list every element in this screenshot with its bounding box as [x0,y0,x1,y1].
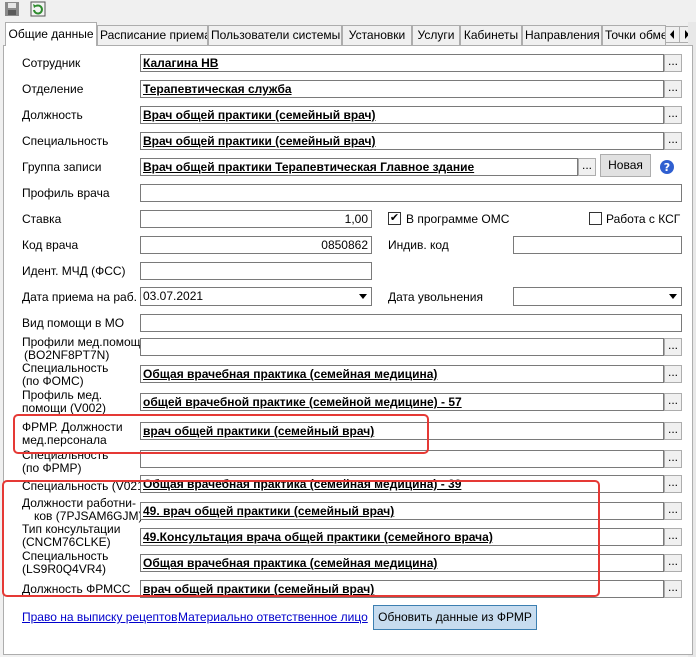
chevron-left-icon [670,30,674,39]
specialty-label: Специальность [22,134,109,148]
department-field[interactable]: Терапевтическая служба [140,80,664,98]
frmss-position-field[interactable]: врач общей практики (семейный врач) [140,580,664,598]
update-from-frmr-button[interactable]: Обновить данные из ФРМР [373,605,537,630]
frmr-positions-field[interactable]: врач общей практики (семейный врач) [140,422,664,440]
department-select-button[interactable]: ... [664,80,682,98]
frmss-position-label: Должность ФРМСС [22,582,131,596]
hire-date-picker[interactable]: 03.07.2021 [140,287,372,306]
booking-group-field[interactable]: Врач общей практики Терапевтическая Глав… [140,158,578,176]
specialty-ls9-label: Специальность (LS9R0Q4VR4) [22,549,109,576]
tab-general[interactable]: Общие данные [5,22,97,46]
frmr-specialty-label: Специальность (по ФРМР) [22,448,109,475]
department-label: Отделение [22,82,84,96]
general-data-panel: Сотрудник Калагина НВ ... Отделение Тера… [3,45,693,655]
med-aid-profiles-label: Профили мед.помощи (BO2NF8PT7N) [22,335,148,362]
toolbar [0,0,696,18]
tab-users[interactable]: Пользователи системы [208,25,342,45]
chevron-down-icon[interactable] [666,289,680,303]
tab-directions[interactable]: Направления [522,25,602,45]
prescription-rights-link[interactable]: Право на выписку рецептов [22,611,177,624]
foms-specialty-select-button[interactable]: ... [664,365,682,383]
foms-specialty-label: Специальность (по ФОМС) [22,361,109,388]
mchd-id-label: Идент. МЧД (ФСС) [22,264,126,278]
oms-program-label: В программе ОМС [406,212,510,226]
profile-v002-select-button[interactable]: ... [664,393,682,411]
consultation-type-select-button[interactable]: ... [664,528,682,546]
booking-group-select-button[interactable]: ... [578,158,596,176]
specialty-ls9-field[interactable]: Общая врачебная практика (семейная медиц… [140,554,664,572]
profile-v002-field[interactable]: общей врачебной практике (семейной медиц… [140,393,664,411]
rate-field[interactable]: 1,00 [140,210,372,228]
rate-label: Ставка [22,212,62,226]
specialty-select-button[interactable]: ... [664,132,682,150]
aid-type-label: Вид помощи в МО [22,316,125,330]
refresh-icon[interactable] [30,1,46,17]
booking-group-label: Группа записи [22,160,102,174]
worker-positions-select-button[interactable]: ... [664,502,682,520]
individual-code-field[interactable] [513,236,682,254]
dismissal-date-picker[interactable] [513,287,682,306]
specialty-field[interactable]: Врач общей практики (семейный врач) [140,132,664,150]
med-aid-profiles-select-button[interactable]: ... [664,338,682,356]
worker-positions-label: Должности работни- ков (7PJSAM6GJM) [22,496,143,523]
doctor-code-field[interactable]: 0850862 [140,236,372,254]
frmr-positions-label: ФРМР. Должности мед.персонала [22,420,123,447]
frmr-specialty-field[interactable] [140,450,664,468]
med-aid-profiles-field[interactable] [140,338,664,356]
tab-settings[interactable]: Установки [342,25,412,45]
position-label: Должность [22,108,83,122]
employee-field[interactable]: Калагина НВ [140,54,664,72]
frmr-positions-select-button[interactable]: ... [664,422,682,440]
foms-specialty-field[interactable]: Общая врачебная практика (семейная медиц… [140,365,664,383]
tab-strip: Общие данные Расписание приема Пользоват… [3,22,694,46]
specialty-v021-field[interactable]: Общая врачебная практика (семейная медиц… [140,475,664,493]
aid-type-field[interactable] [140,314,682,332]
frmr-specialty-select-button[interactable]: ... [664,450,682,468]
specialty-ls9-select-button[interactable]: ... [664,554,682,572]
position-field[interactable]: Врач общей практики (семейный врач) [140,106,664,124]
specialty-v021-label: Специальность (V021) [22,479,148,493]
consultation-type-label: Тип консультации (CNCM76CLKE) [22,522,121,549]
doctor-code-label: Код врача [22,238,79,252]
new-group-button[interactable]: Новая [600,154,651,177]
individual-code-label: Индив. код [388,238,449,252]
hire-date-value: 03.07.2021 [143,289,204,303]
doctor-profile-field[interactable] [140,184,682,202]
hire-date-label: Дата приема на раб. [22,290,137,304]
chevron-down-icon[interactable] [356,289,370,303]
tab-scroll-left-button[interactable] [665,26,680,43]
profile-v002-label: Профиль мед. помощи (V002) [22,388,107,415]
dismissal-date-label: Дата увольнения [388,290,483,304]
tab-cabinets[interactable]: Кабинеты [460,25,522,45]
frmss-position-select-button[interactable]: ... [664,580,682,598]
employee-label: Сотрудник [22,56,81,70]
employee-select-button[interactable]: ... [664,54,682,72]
ksg-work-label: Работа с КСГ [606,212,681,226]
consultation-type-field[interactable]: 49.Консультация врача общей практики (се… [140,528,664,546]
ksg-work-checkbox[interactable] [589,212,602,225]
help-icon[interactable]: ? [659,159,675,175]
save-icon[interactable] [4,1,20,17]
tab-schedule[interactable]: Расписание приема [97,25,208,45]
responsible-person-link[interactable]: Материально ответственное лицо [178,611,368,624]
tab-exchange-points[interactable]: Точки обмена [602,25,666,45]
mchd-id-field[interactable] [140,262,372,280]
worker-positions-field[interactable]: 49. врач общей практики (семейный врач) [140,502,664,520]
svg-text:?: ? [664,161,670,174]
position-select-button[interactable]: ... [664,106,682,124]
specialty-v021-select-button[interactable]: ... [664,475,682,493]
doctor-profile-label: Профиль врача [22,186,110,200]
oms-program-checkbox[interactable]: ✔ [388,212,401,225]
tab-services[interactable]: Услуги [412,25,460,45]
